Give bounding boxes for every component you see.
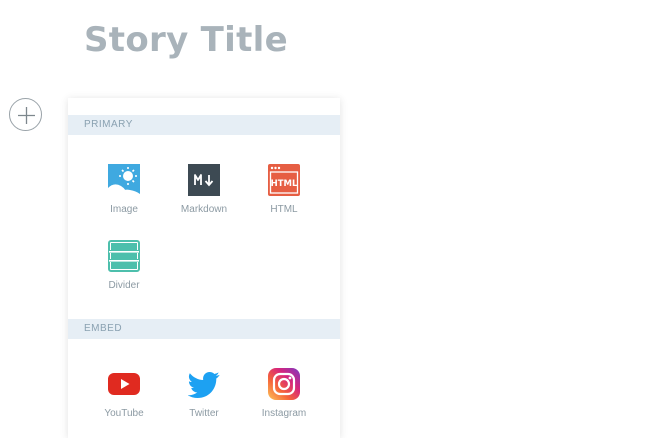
- instagram-icon: [268, 368, 300, 400]
- menu-item-label: Divider: [108, 280, 140, 291]
- section-header-embed: EMBED: [68, 319, 340, 339]
- menu-item-instagram[interactable]: Instagram: [244, 368, 324, 428]
- menu-item-youtube[interactable]: YouTube: [84, 368, 164, 428]
- menu-item-twitter[interactable]: Twitter: [164, 368, 244, 428]
- menu-item-html[interactable]: HTML HTML: [244, 164, 324, 224]
- menu-item-markdown[interactable]: Markdown: [164, 164, 244, 224]
- html-icon: HTML: [268, 164, 300, 196]
- svg-text:HTML: HTML: [271, 179, 298, 189]
- markdown-icon: [188, 164, 220, 196]
- story-title[interactable]: Story Title: [84, 17, 288, 63]
- menu-item-label: Twitter: [189, 408, 219, 419]
- menu-item-image[interactable]: Image: [84, 164, 164, 224]
- menu-item-label: Markdown: [180, 204, 228, 215]
- add-block-button[interactable]: [9, 98, 42, 131]
- menu-item-divider[interactable]: Divider: [84, 240, 164, 300]
- plus-icon: [18, 107, 35, 124]
- insert-block-menu: PRIMARY Image Markdown HTML HTML Divider…: [68, 98, 340, 438]
- menu-item-label: YouTube: [104, 408, 144, 419]
- section-header-primary: PRIMARY: [68, 115, 340, 135]
- youtube-icon: [108, 373, 140, 395]
- menu-item-label: Instagram: [261, 408, 307, 419]
- image-icon: [108, 164, 140, 196]
- menu-item-label: Image: [110, 204, 138, 215]
- menu-item-label: HTML: [270, 204, 298, 215]
- twitter-icon: [188, 372, 220, 398]
- divider-icon: [108, 240, 140, 272]
